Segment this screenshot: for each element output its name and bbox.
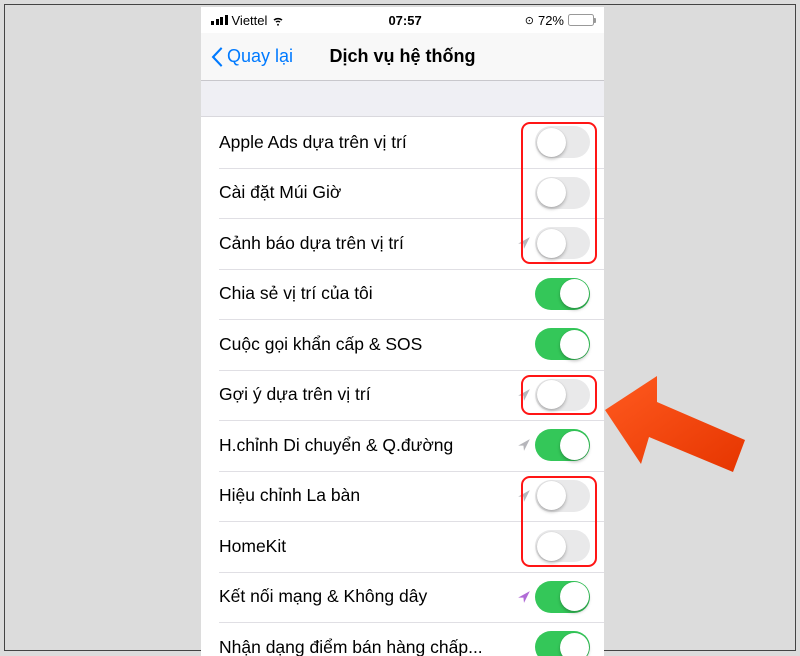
row-label: Hiệu chỉnh La bàn: [219, 485, 517, 506]
row-label: Gợi ý dựa trên vị trí: [219, 384, 517, 405]
back-label: Quay lại: [227, 46, 293, 67]
location-arrow-icon: [517, 388, 531, 402]
location-arrow-icon: [517, 590, 531, 604]
settings-row: H.chỉnh Di chuyển & Q.đường: [201, 420, 604, 471]
clock: 07:57: [388, 13, 421, 28]
location-arrow-icon: [517, 236, 531, 250]
location-arrow-icon: [517, 438, 531, 452]
location-arrow-icon: [517, 489, 531, 503]
toggle-switch[interactable]: [535, 126, 590, 158]
section-spacer: [201, 81, 604, 117]
row-label: H.chỉnh Di chuyển & Q.đường: [219, 435, 517, 456]
settings-row: Chia sẻ vị trí của tôi: [201, 269, 604, 320]
settings-row: Apple Ads dựa trên vị trí: [201, 117, 604, 168]
back-button[interactable]: Quay lại: [201, 46, 293, 68]
toggle-switch[interactable]: [535, 429, 590, 461]
cellular-signal-icon: [211, 15, 228, 25]
row-label: Kết nối mạng & Không dây: [219, 586, 517, 607]
settings-list: Apple Ads dựa trên vị trí Cài đặt Múi Giờ…: [201, 117, 604, 656]
toggle-switch[interactable]: [535, 278, 590, 310]
row-label: Chia sẻ vị trí của tôi: [219, 283, 535, 304]
toggle-switch[interactable]: [535, 530, 590, 562]
chevron-left-icon: [209, 46, 223, 68]
nav-bar: Quay lại Dịch vụ hệ thống: [201, 33, 604, 81]
row-label: Nhận dạng điểm bán hàng chấp...: [219, 637, 535, 656]
settings-row: Cuộc gọi khẩn cấp & SOS: [201, 319, 604, 370]
toggle-switch[interactable]: [535, 177, 590, 209]
settings-row: Kết nối mạng & Không dây: [201, 572, 604, 623]
row-label: HomeKit: [219, 536, 535, 557]
row-label: Cuộc gọi khẩn cấp & SOS: [219, 334, 535, 355]
row-label: Cảnh báo dựa trên vị trí: [219, 233, 517, 254]
settings-row: Nhận dạng điểm bán hàng chấp...: [201, 622, 604, 656]
status-bar: Viettel 07:57 ⊙ 72%: [201, 7, 604, 33]
toggle-switch[interactable]: [535, 631, 590, 656]
row-label: Cài đặt Múi Giờ: [219, 182, 535, 203]
settings-row: Hiệu chỉnh La bàn: [201, 471, 604, 522]
toggle-switch[interactable]: [535, 328, 590, 360]
wifi-icon: [271, 13, 285, 27]
toggle-switch[interactable]: [535, 227, 590, 259]
phone-screen: Viettel 07:57 ⊙ 72% Quay lại Dịch vụ hệ …: [201, 7, 604, 656]
row-label: Apple Ads dựa trên vị trí: [219, 132, 535, 153]
settings-row: Cảnh báo dựa trên vị trí: [201, 218, 604, 269]
battery-percent: 72%: [538, 13, 564, 28]
annotation-arrow-icon: [585, 370, 750, 500]
battery-saver-icon: ⊙: [525, 14, 534, 27]
settings-row: HomeKit: [201, 521, 604, 572]
settings-row: Cài đặt Múi Giờ: [201, 168, 604, 219]
toggle-switch[interactable]: [535, 581, 590, 613]
settings-row: Gợi ý dựa trên vị trí: [201, 370, 604, 421]
battery-icon: [568, 14, 594, 26]
carrier-label: Viettel: [232, 13, 268, 28]
toggle-switch[interactable]: [535, 379, 590, 411]
toggle-switch[interactable]: [535, 480, 590, 512]
